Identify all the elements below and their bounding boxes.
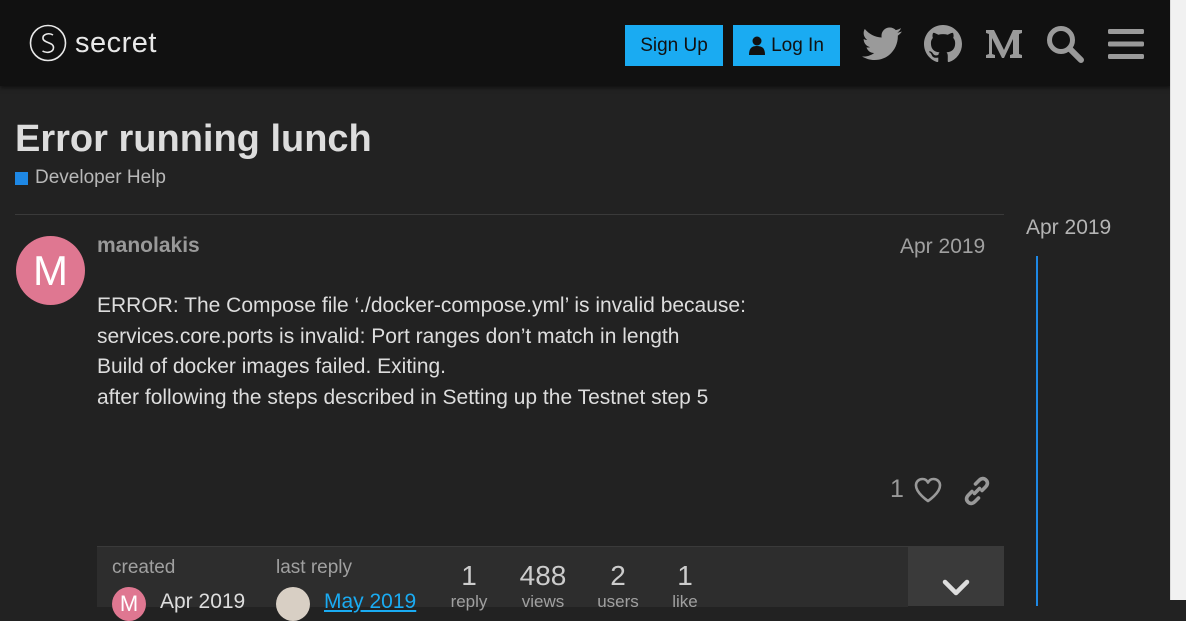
category-color-square (15, 171, 28, 185)
last-reply-avatar[interactable] (276, 587, 310, 621)
menu-button[interactable] (1104, 22, 1148, 66)
post-author-username[interactable]: manolakis (97, 234, 200, 258)
users-stat: 2 users (593, 560, 643, 612)
created-date[interactable]: Apr 2019 (160, 590, 245, 614)
search-button[interactable] (1043, 22, 1087, 66)
users-label: users (597, 592, 639, 611)
twitter-link[interactable] (860, 22, 904, 66)
github-icon (924, 25, 962, 63)
secret-logo-icon (29, 24, 67, 62)
log-in-button[interactable]: Log In (733, 25, 840, 66)
timeline-start-date[interactable]: Apr 2019 (1026, 216, 1111, 240)
topic-title[interactable]: Error running lunch (15, 118, 372, 161)
post-date[interactable]: Apr 2019 (900, 235, 985, 259)
likes-stat: 1 like (665, 560, 705, 612)
share-link-button[interactable] (962, 476, 992, 511)
category-badge[interactable]: Developer Help (15, 167, 166, 189)
timeline-scroll-line[interactable] (1036, 256, 1038, 606)
last-reply-date[interactable]: May 2019 (324, 590, 416, 614)
twitter-icon (862, 27, 902, 60)
logo-text: secret (75, 26, 157, 59)
like-button[interactable]: 1 (890, 475, 942, 504)
views-count: 488 (519, 560, 567, 591)
expand-topic-map-button[interactable] (908, 546, 1004, 606)
like-count: 1 (890, 475, 904, 503)
replies-count: 1 (461, 560, 477, 591)
created-avatar[interactable]: M (112, 587, 146, 621)
medium-icon (986, 30, 1022, 58)
sign-up-button[interactable]: Sign Up (625, 25, 723, 66)
site-header: secret Sign Up Log In (0, 0, 1171, 86)
post-body: ERROR: The Compose file ‘./docker-compos… (97, 291, 746, 413)
post-line: ERROR: The Compose file ‘./docker-compos… (97, 294, 746, 317)
users-count: 2 (610, 560, 626, 591)
user-icon (749, 36, 766, 55)
heart-icon (914, 477, 942, 502)
site-logo[interactable]: secret (29, 24, 157, 62)
medium-link[interactable] (982, 22, 1026, 66)
views-label: views (521, 592, 565, 611)
last-reply-label: last reply (276, 557, 353, 578)
likes-count: 1 (677, 560, 693, 591)
github-link[interactable] (921, 22, 965, 66)
replies-stat: 1 reply (449, 560, 489, 612)
post-line: services.core.ports is invalid: Port ran… (97, 324, 680, 348)
link-icon (964, 476, 990, 506)
log-in-label: Log In (771, 34, 824, 56)
topic-map: created M Apr 2019 last reply May 2019 1… (97, 546, 908, 621)
title-divider (15, 214, 1004, 215)
replies-label: reply (450, 592, 488, 611)
search-icon (1047, 26, 1084, 63)
page-scrollbar[interactable] (1170, 0, 1186, 600)
post-line: after following the steps described in S… (97, 385, 709, 409)
hamburger-menu-icon (1108, 29, 1144, 59)
created-label: created (112, 557, 176, 578)
post-author-avatar[interactable]: M (16, 236, 85, 305)
chevron-down-icon (942, 579, 970, 596)
post-line: Build of docker images failed. Exiting. (97, 355, 447, 378)
views-stat: 488 views (513, 560, 573, 612)
likes-label: like (672, 592, 698, 611)
category-label: Developer Help (35, 167, 166, 188)
